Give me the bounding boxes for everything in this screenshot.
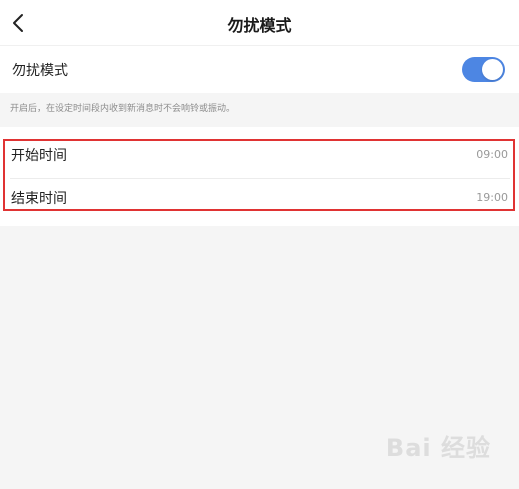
time-range-list: 开始时间 09:00 结束时间 19:00 (0, 127, 519, 226)
start-time-value: 09:00 (476, 148, 508, 161)
dnd-setting-row: 勿扰模式 (0, 46, 519, 93)
dnd-description: 开启后，在设定时间段内收到新消息时不会响铃或振动。 (10, 104, 236, 114)
toggle-knob (482, 59, 503, 80)
end-time-value: 19:00 (476, 191, 508, 204)
end-time-label: 结束时间 (11, 191, 67, 207)
top-bar: 勿扰模式 (0, 0, 519, 46)
dnd-label: 勿扰模式 (12, 63, 68, 79)
dnd-toggle[interactable] (462, 57, 505, 82)
page-title: 勿扰模式 (227, 16, 292, 35)
watermark-logo: Bai 经验 (385, 434, 491, 462)
divider (10, 178, 510, 179)
end-time-row[interactable]: 结束时间 19:00 (0, 183, 519, 225)
start-time-label: 开始时间 (11, 148, 67, 164)
dnd-settings-page: 勿扰模式 勿扰模式 开启后，在设定时间段内收到新消息时不会响铃或振动。 开始时间… (0, 0, 519, 489)
start-time-row[interactable]: 开始时间 09:00 (0, 140, 519, 182)
